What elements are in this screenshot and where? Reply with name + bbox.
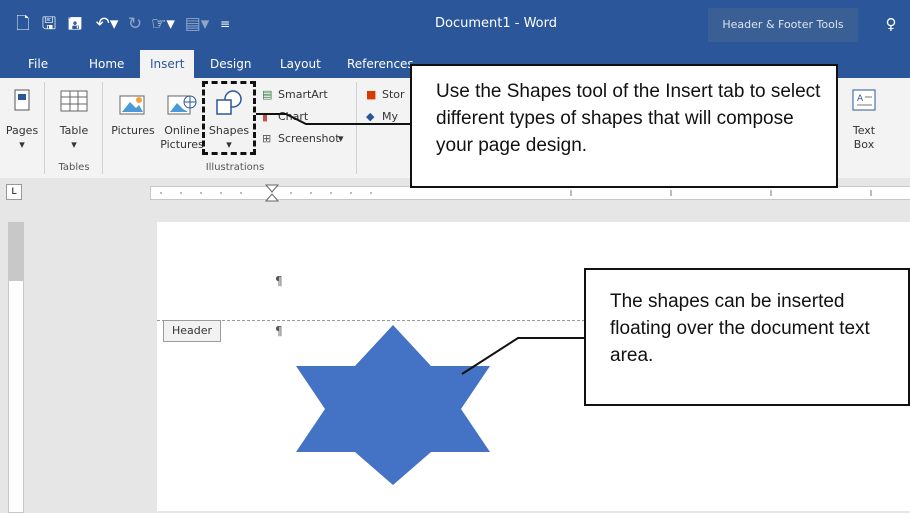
shapes-callout-line — [256, 113, 412, 125]
shapes-tool-callout: Use the Shapes tool of the Insert tab to… — [410, 64, 838, 188]
floating-shapes-callout: The shapes can be inserted floating over… — [584, 268, 910, 406]
star-shape[interactable] — [296, 325, 490, 485]
